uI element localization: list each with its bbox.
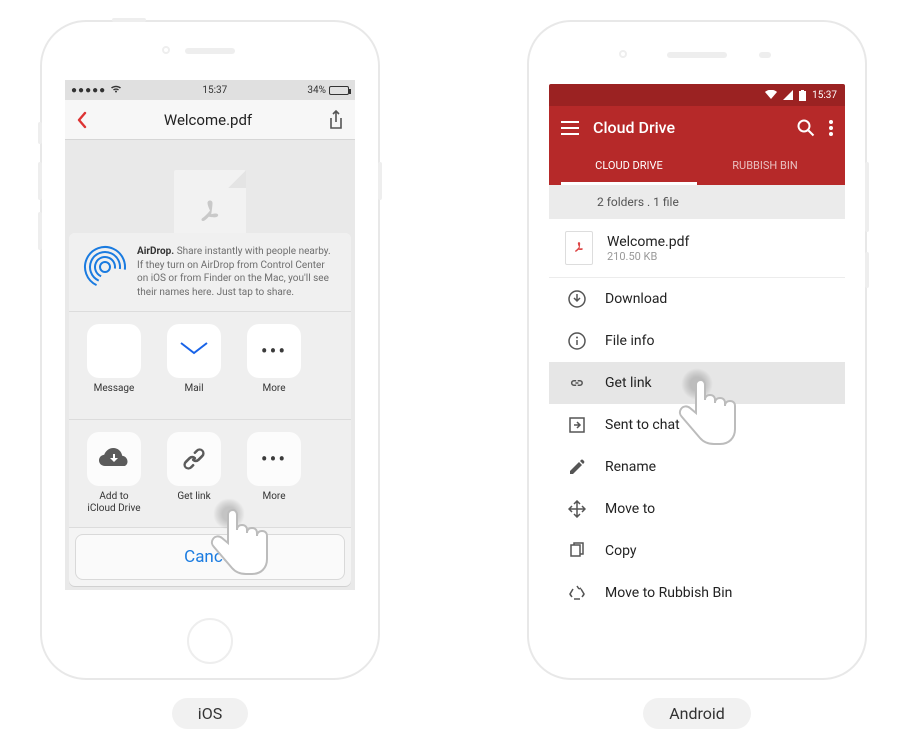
ios-status-time: 15:37 bbox=[202, 85, 227, 96]
menu-download-label: Download bbox=[605, 291, 667, 307]
menu-rename[interactable]: Rename bbox=[549, 446, 845, 488]
icloud-drive-icon bbox=[87, 432, 141, 486]
android-volume-rocker bbox=[865, 162, 869, 232]
share-actions-row: Add toiCloud Drive Get link ••• More bbox=[69, 420, 351, 528]
battery-icon bbox=[329, 86, 349, 95]
android-app-bar: Cloud Drive CLOUD DRIVE RUBBISH BIN bbox=[549, 106, 845, 185]
menu-rename-label: Rename bbox=[605, 459, 656, 475]
download-icon bbox=[567, 290, 587, 308]
iphone-camera bbox=[162, 46, 170, 54]
action-icloud-label: Add toiCloud Drive bbox=[83, 491, 145, 515]
airdrop-section[interactable]: AirDrop. Share instantly with people nea… bbox=[69, 233, 351, 312]
ios-nav-title: Welcome.pdf bbox=[164, 111, 252, 129]
hamburger-menu-icon[interactable] bbox=[561, 121, 579, 135]
context-menu: Download File info Get link bbox=[549, 278, 845, 614]
share-mail-app[interactable]: Mail bbox=[163, 324, 225, 407]
action-get-link[interactable]: Get link bbox=[163, 432, 225, 515]
acrobat-icon bbox=[195, 198, 225, 232]
android-tabs: CLOUD DRIVE RUBBISH BIN bbox=[561, 149, 833, 185]
link-icon bbox=[567, 374, 587, 392]
android-sensor bbox=[759, 52, 771, 58]
iphone-top-button bbox=[112, 18, 146, 22]
info-icon bbox=[567, 332, 587, 350]
menu-move-to-label: Move to bbox=[605, 501, 655, 517]
iphone-home-button bbox=[187, 618, 233, 664]
iphone-speaker bbox=[185, 48, 235, 54]
caption-android: Android bbox=[643, 698, 751, 729]
android-status-bar: 15:37 bbox=[549, 84, 845, 106]
send-icon bbox=[567, 416, 587, 434]
iphone-frame: ●●●●● 15:37 34% We bbox=[40, 20, 380, 680]
menu-copy[interactable]: Copy bbox=[549, 530, 845, 572]
wifi-icon bbox=[765, 90, 777, 100]
share-more-apps[interactable]: ••• More bbox=[243, 324, 305, 407]
back-button[interactable] bbox=[75, 110, 89, 130]
ios-nav-bar: Welcome.pdf bbox=[65, 100, 355, 140]
menu-get-link-label: Get link bbox=[605, 375, 652, 391]
message-icon bbox=[87, 324, 141, 378]
menu-move-to[interactable]: Move to bbox=[549, 488, 845, 530]
wifi-icon bbox=[110, 84, 122, 96]
android-camera bbox=[619, 50, 627, 58]
tab-cloud-drive[interactable]: CLOUD DRIVE bbox=[561, 149, 697, 185]
android-frame: 15:37 Cloud Drive bbox=[527, 20, 867, 680]
file-size: 210.50 KB bbox=[607, 250, 689, 263]
cancel-button[interactable]: Cancel bbox=[75, 534, 345, 580]
airdrop-icon bbox=[83, 245, 127, 289]
copy-icon bbox=[567, 542, 587, 560]
share-message-label: Message bbox=[83, 383, 145, 407]
file-name: Welcome.pdf bbox=[607, 234, 689, 250]
ios-status-bar: ●●●●● 15:37 34% bbox=[65, 80, 355, 100]
share-apps-row: Message Mail ••• More bbox=[69, 312, 351, 420]
menu-download[interactable]: Download bbox=[549, 278, 845, 320]
menu-file-info[interactable]: File info bbox=[549, 320, 845, 362]
menu-file-info-label: File info bbox=[605, 333, 654, 349]
iphone-mute-switch bbox=[38, 122, 42, 144]
iphone-power-button bbox=[378, 162, 382, 200]
pdf-file-icon bbox=[565, 231, 593, 265]
airdrop-description: AirDrop. Share instantly with people nea… bbox=[137, 245, 337, 299]
caption-ios: iOS bbox=[172, 698, 248, 729]
ios-screen: ●●●●● 15:37 34% We bbox=[65, 80, 355, 590]
signal-icon bbox=[783, 90, 793, 100]
more-icon: ••• bbox=[247, 324, 301, 378]
link-icon bbox=[167, 432, 221, 486]
ios-battery-percent: 34% bbox=[307, 85, 326, 96]
share-message-app[interactable]: Message bbox=[83, 324, 145, 407]
android-speaker bbox=[667, 52, 727, 58]
android-screen: 15:37 Cloud Drive bbox=[549, 84, 845, 644]
android-status-time: 15:37 bbox=[812, 90, 837, 101]
menu-copy-label: Copy bbox=[605, 543, 637, 559]
more-icon: ••• bbox=[247, 432, 301, 486]
recycle-icon bbox=[567, 584, 587, 602]
action-more[interactable]: ••• More bbox=[243, 432, 305, 515]
signal-dots-icon: ●●●●● bbox=[71, 85, 106, 96]
menu-sent-to[interactable]: Sent to chat bbox=[549, 404, 845, 446]
overflow-menu-icon[interactable] bbox=[829, 120, 833, 136]
iphone-volume-up bbox=[38, 162, 42, 200]
folder-summary: 2 folders . 1 file bbox=[549, 185, 845, 219]
android-power-button bbox=[865, 252, 869, 288]
action-getlink-label: Get link bbox=[163, 491, 225, 515]
action-more-label: More bbox=[243, 491, 305, 515]
search-icon[interactable] bbox=[797, 119, 815, 137]
battery-icon bbox=[799, 90, 806, 101]
action-icloud-drive[interactable]: Add toiCloud Drive bbox=[83, 432, 145, 515]
share-more-apps-label: More bbox=[243, 383, 305, 407]
menu-sent-to-label: Sent to chat bbox=[605, 417, 680, 433]
tab-rubbish-bin[interactable]: RUBBISH BIN bbox=[697, 149, 833, 185]
file-header: Welcome.pdf 210.50 KB bbox=[549, 219, 845, 278]
pencil-icon bbox=[567, 458, 587, 476]
share-button[interactable] bbox=[327, 109, 345, 131]
mail-icon bbox=[167, 324, 221, 378]
iphone-volume-down bbox=[38, 212, 42, 250]
menu-get-link[interactable]: Get link bbox=[549, 362, 845, 404]
menu-move-rubbish-label: Move to Rubbish Bin bbox=[605, 585, 732, 601]
move-icon bbox=[567, 500, 587, 518]
app-bar-title: Cloud Drive bbox=[593, 118, 783, 137]
menu-move-rubbish[interactable]: Move to Rubbish Bin bbox=[549, 572, 845, 614]
share-mail-label: Mail bbox=[163, 383, 225, 407]
ios-share-sheet: AirDrop. Share instantly with people nea… bbox=[69, 233, 351, 586]
